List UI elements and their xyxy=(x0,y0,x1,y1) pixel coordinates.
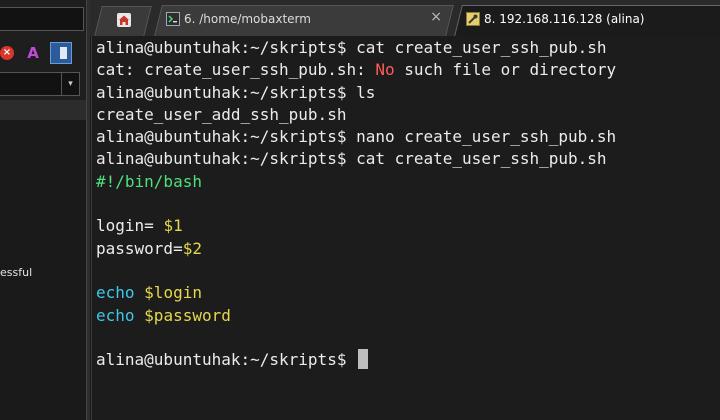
terminal-line: login= $1 xyxy=(96,215,720,237)
terminal-line: create_user_add_ssh_pub.sh xyxy=(96,104,347,124)
terminal-line: alina@ubuntuhak:~/skripts$ nano create_u… xyxy=(96,127,617,147)
error-text: No xyxy=(375,60,395,80)
variable-text: $login xyxy=(144,283,202,303)
terminal-line: alina@ubuntuhak:~/skripts$ ls xyxy=(96,82,376,102)
chevron-down-icon[interactable]: ▾ xyxy=(61,73,79,95)
sidebar-search-field[interactable] xyxy=(0,7,84,31)
variable-text: $password xyxy=(144,305,231,325)
tab-home-mobaxterm[interactable]: 6. /home/mobaxterm × xyxy=(154,5,454,36)
terminal-view[interactable]: alina@ubuntuhak:~/skripts$ cat create_us… xyxy=(91,36,720,420)
terminal-cursor xyxy=(358,349,369,370)
ssh-key-icon xyxy=(466,12,480,26)
terminal-line: echo $login xyxy=(96,282,720,304)
terminal-text: password= xyxy=(96,238,183,258)
sidebar-dropdown[interactable]: ▾ xyxy=(0,72,80,96)
text-format-icon[interactable]: A xyxy=(25,44,41,62)
terminal-line: cat: create_user_ssh_pub.sh: No such fil… xyxy=(96,59,720,81)
terminal-line: alina@ubuntuhak:~/skripts$ cat create_us… xyxy=(96,38,607,57)
shebang-line: #!/bin/bash xyxy=(96,171,202,191)
tab-bar: 6. /home/mobaxterm × 8. 192.168.116.128 … xyxy=(90,0,720,36)
terminal-icon xyxy=(166,12,180,26)
tab-label: 6. /home/mobaxterm xyxy=(184,12,311,26)
tab-ssh-session[interactable]: 8. 192.168.116.128 (alina) xyxy=(454,5,720,36)
terminal-prompt-line: alina@ubuntuhak:~/skripts$ xyxy=(96,349,720,371)
terminal-text: login= xyxy=(96,216,164,236)
terminal-text: cat: create_user_ssh_pub.sh: xyxy=(96,60,376,80)
sidebar-header-band xyxy=(0,100,86,120)
command-text: echo xyxy=(96,305,135,325)
variable-text: $2 xyxy=(182,238,202,258)
tab-label: 8. 192.168.116.128 (alina) xyxy=(484,12,645,26)
terminal-line: echo $password xyxy=(96,305,720,327)
close-icon[interactable]: × xyxy=(0,46,14,60)
left-sidebar: × A ▾ essful xyxy=(0,0,86,420)
command-text: echo xyxy=(96,283,135,303)
sidebar-partial-text: essful xyxy=(0,266,33,279)
prompt-text: alina@ubuntuhak:~/skripts$ xyxy=(96,350,357,370)
terminal-line: password=$2 xyxy=(96,238,720,260)
terminal-text: such file or directory xyxy=(394,60,617,80)
close-icon[interactable]: × xyxy=(430,9,442,25)
terminal-line: alina@ubuntuhak:~/skripts$ cat create_us… xyxy=(96,149,607,169)
home-icon[interactable] xyxy=(116,12,132,28)
sidebar-splitter[interactable] xyxy=(86,0,90,420)
sidebar-toolbar: × A xyxy=(0,40,86,68)
panel-toggle-icon[interactable] xyxy=(50,42,72,64)
variable-text: $1 xyxy=(163,216,183,236)
